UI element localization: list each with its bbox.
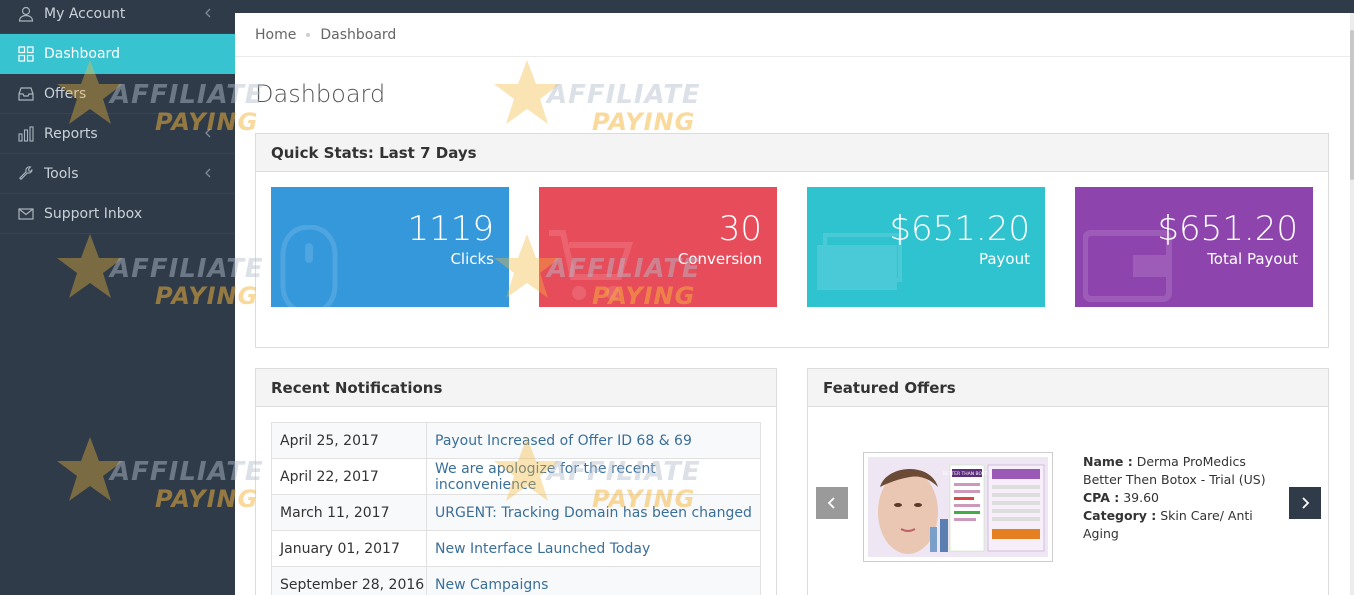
notification-date: September 28, 2016 [271, 566, 427, 595]
sidebar-item-reports[interactable]: Reports [0, 114, 235, 154]
breadcrumb: Home Dashboard [235, 13, 1350, 57]
breadcrumb-separator [306, 32, 311, 37]
sidebar-item-label: Support Inbox [44, 205, 143, 222]
wrench-icon [17, 165, 35, 183]
notification-link[interactable]: Payout Increased of Offer ID 68 & 69 [426, 422, 761, 459]
recent-notifications-panel: Recent Notifications April 25, 2017 Payo… [255, 368, 777, 595]
offer-image: BETTER THAN BOTOX [868, 457, 1048, 557]
mouse-icon [280, 225, 338, 307]
table-row: March 11, 2017 URGENT: Tracking Domain h… [271, 494, 761, 531]
stat-card-total-payout: $651.20 Total Payout [1075, 187, 1313, 307]
sidebar-item-my-account[interactable]: My Account [0, 0, 235, 34]
chevron-left-icon [205, 8, 211, 18]
stat-card-clicks: 1119 Clicks [271, 187, 509, 307]
breadcrumb-home[interactable]: Home [255, 27, 296, 43]
main-content: Home Dashboard Dashboard Quick Stats: La… [235, 13, 1350, 595]
stat-value: 30 [718, 209, 762, 249]
panel-title: Recent Notifications [256, 369, 776, 407]
table-row: April 25, 2017 Payout Increased of Offer… [271, 422, 761, 459]
stat-card-conversion: 30 Conversion [539, 187, 777, 307]
page-title: Dashboard [255, 80, 386, 108]
sidebar-item-label: My Account [44, 5, 126, 22]
offer-name-label: Name : [1083, 454, 1133, 469]
chevron-left-icon [205, 168, 211, 178]
stat-label: Total Payout [1207, 250, 1298, 268]
sidebar-item-label: Tools [44, 165, 79, 182]
stat-value: $651.20 [1157, 209, 1298, 249]
offer-cpa: 39.60 [1123, 490, 1159, 505]
sidebar-item-dashboard[interactable]: Dashboard [0, 34, 235, 74]
notification-date: April 25, 2017 [271, 422, 427, 459]
stat-value: 1119 [407, 209, 494, 249]
chevron-left-icon [827, 497, 835, 509]
sidebar-item-label: Dashboard [44, 46, 120, 62]
panel-title: Quick Stats: Last 7 Days [256, 134, 1328, 172]
mail-icon [17, 205, 35, 223]
stat-label: Payout [978, 250, 1030, 268]
carousel-prev-button[interactable] [816, 487, 848, 519]
notification-link[interactable]: New Campaigns [426, 566, 761, 595]
table-row: January 01, 2017 New Interface Launched … [271, 530, 761, 567]
table-row: September 28, 2016 New Campaigns [271, 566, 761, 595]
offer-thumbnail[interactable]: BETTER THAN BOTOX [863, 452, 1053, 562]
sidebar: My Account Dashboard Offers Reports Tool… [0, 0, 235, 595]
notification-date: January 01, 2017 [271, 530, 427, 567]
notifications-table: April 25, 2017 Payout Increased of Offer… [271, 422, 761, 595]
carousel-next-button[interactable] [1289, 487, 1321, 519]
grid-icon [17, 45, 35, 63]
offer-details: Name : Derma ProMedics Better Then Botox… [1083, 453, 1283, 543]
notification-date: April 22, 2017 [271, 458, 427, 495]
sidebar-item-support-inbox[interactable]: Support Inbox [0, 194, 235, 234]
bar-chart-icon [17, 125, 35, 143]
featured-offers-panel: Featured Offers BETTER THAN BOTOX Name:… [807, 368, 1329, 595]
panel-title: Featured Offers [808, 369, 1328, 407]
sidebar-item-label: Reports [44, 125, 98, 142]
quick-stats-panel: Quick Stats: Last 7 Days 1119 Clicks 30 … [255, 133, 1329, 348]
user-icon [17, 5, 35, 23]
stat-card-payout: $651.20 Payout [807, 187, 1045, 307]
sidebar-item-tools[interactable]: Tools [0, 154, 235, 194]
scrollbar-thumb[interactable] [1350, 30, 1354, 180]
sidebar-item-offers[interactable]: Offers [0, 74, 235, 114]
svg-text:BETTER THAN BOTOX: BETTER THAN BOTOX [943, 471, 991, 477]
chevron-right-icon [1302, 497, 1310, 509]
notification-link[interactable]: URGENT: Tracking Domain has been changed [426, 494, 761, 531]
stat-label: Conversion [677, 250, 762, 268]
chevron-left-icon [205, 128, 211, 138]
inbox-icon [17, 85, 35, 103]
stat-label: Clicks [450, 250, 494, 268]
offer-category-label: Category : [1083, 508, 1157, 523]
cart-icon [549, 230, 634, 300]
offer-cpa-label: CPA : [1083, 490, 1120, 505]
top-bar [235, 0, 1354, 13]
stat-value: $651.20 [889, 209, 1030, 249]
notification-link[interactable]: New Interface Launched Today [426, 530, 761, 567]
notification-link[interactable]: We are apologize for the recent inconven… [426, 458, 761, 495]
notification-date: March 11, 2017 [271, 494, 427, 531]
table-row: April 22, 2017 We are apologize for the … [271, 458, 761, 495]
sidebar-item-label: Offers [44, 85, 87, 102]
breadcrumb-current: Dashboard [320, 26, 397, 43]
